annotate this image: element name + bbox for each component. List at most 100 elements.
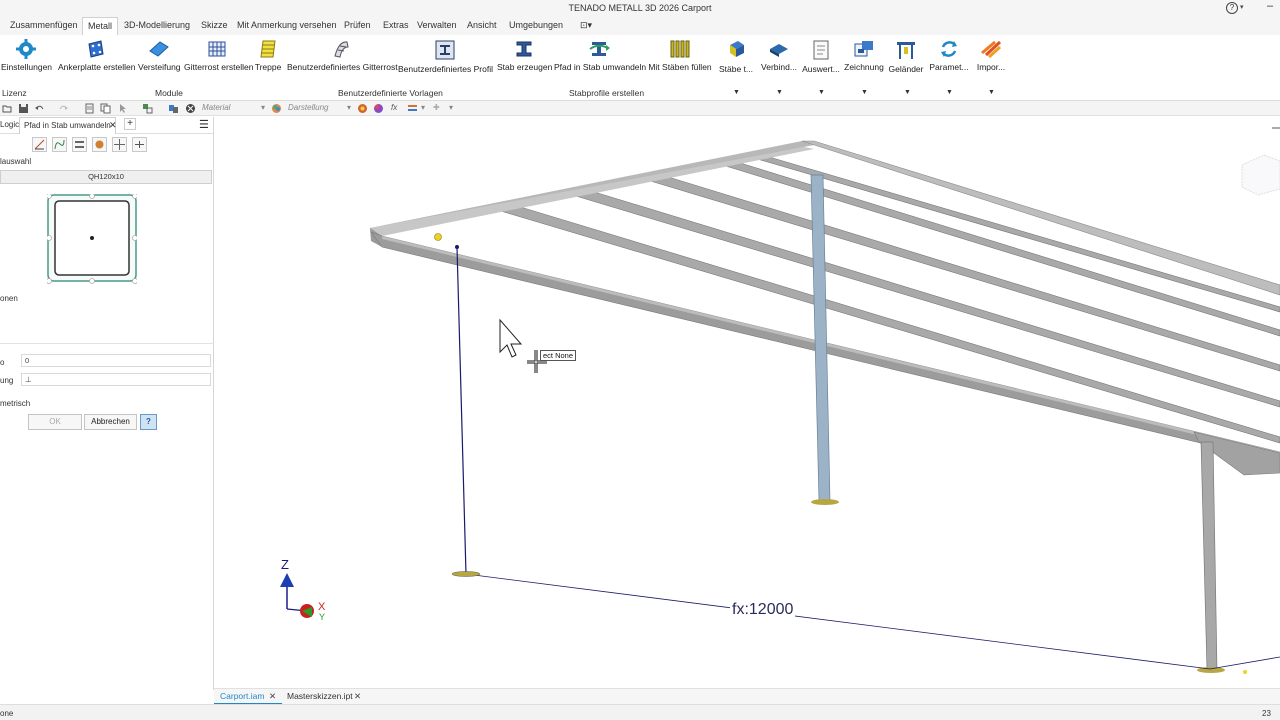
import-button[interactable]: Impor... — [973, 37, 1009, 77]
extend-tool-icon[interactable] — [132, 137, 147, 152]
help-button-icon[interactable]: ? — [140, 414, 157, 430]
tab-umgebungen[interactable]: Umgebungen — [509, 20, 563, 30]
sketch-end-base — [451, 571, 481, 577]
doc-tab-carport[interactable]: Carport.iam — [220, 691, 264, 701]
profile-preview[interactable] — [47, 194, 137, 284]
tab-overflow-icon[interactable]: ⊡▾ — [580, 20, 592, 31]
auswertung-button[interactable]: Auswert... — [802, 37, 840, 77]
align-tool-icon[interactable] — [72, 137, 87, 152]
verbindungen-button[interactable]: Verbind... — [760, 37, 798, 77]
doc-tab-masterskizzen[interactable]: Masterskizzen.ipt — [287, 691, 353, 701]
constraint-marker-icon[interactable] — [434, 233, 442, 241]
panel-stabprofile: Stabprofile erstellen — [569, 88, 645, 98]
offset-input[interactable]: 0 — [21, 354, 211, 367]
verbindungen-dropdown-icon[interactable]: ▼ — [776, 89, 783, 96]
document-icon[interactable] — [84, 103, 95, 114]
treppe-button[interactable]: Treppe — [254, 37, 282, 77]
ankerplatte-button[interactable]: Ankerplatte erstellen — [58, 37, 136, 77]
appearance-icon[interactable] — [271, 103, 282, 114]
fx-icon[interactable]: fx — [391, 103, 397, 112]
staebe-label: Stäbe t... — [719, 64, 754, 74]
parameter-dropdown-icon[interactable]: ▼ — [946, 89, 953, 96]
tab-extras[interactable]: Extras — [383, 20, 409, 30]
redo-icon[interactable] — [58, 103, 69, 114]
sketch-start-point[interactable] — [455, 245, 459, 249]
tab-anmerkung[interactable]: Mit Anmerkung versehen — [237, 20, 337, 30]
align-icon[interactable] — [407, 103, 418, 114]
view-cube-icon[interactable] — [1241, 154, 1280, 196]
tab-3d-modellierung[interactable]: 3D-Modellierung — [124, 20, 190, 30]
staebe-button[interactable]: Stäbe t... — [719, 37, 753, 77]
measure-icon[interactable] — [142, 103, 153, 114]
zeichnung-dropdown-icon[interactable]: ▼ — [861, 89, 868, 96]
stairs-icon — [260, 40, 276, 58]
stab-erzeugen-button[interactable]: Stab erzeugen — [497, 37, 552, 77]
color-icon[interactable] — [357, 103, 368, 114]
undo-icon[interactable] — [34, 103, 45, 114]
import-dropdown-icon[interactable]: ▼ — [988, 89, 995, 96]
component-icon[interactable] — [168, 103, 179, 114]
profile-selector[interactable]: QH120x10 — [0, 170, 212, 184]
tab-zusammenfuegen[interactable]: Zusammenfügen — [10, 20, 78, 30]
align-dropdown-icon[interactable]: ▾ — [421, 103, 425, 112]
tab-logic[interactable]: Logic — [0, 120, 19, 129]
tab-verwalten[interactable]: Verwalten — [417, 20, 457, 30]
grating-icon — [208, 41, 226, 57]
menu-icon[interactable]: ☰ — [199, 118, 209, 131]
material-dropdown-icon[interactable]: ▾ — [261, 103, 265, 112]
material-browser-icon[interactable] — [373, 103, 384, 114]
tab-metall[interactable]: Metall — [82, 17, 119, 35]
dimension-line[interactable] — [465, 573, 1211, 670]
help-icon[interactable]: ? — [1226, 2, 1238, 14]
panel-vorlagen: Benutzerdefinierte Vorlagen — [338, 88, 443, 98]
auswertung-dropdown-icon[interactable]: ▼ — [818, 89, 825, 96]
profile-tool-icon[interactable] — [92, 137, 107, 152]
tab-pruefen[interactable]: Prüfen — [344, 20, 371, 30]
close-masterskizzen-icon[interactable]: ✕ — [354, 691, 361, 702]
add-tab-icon[interactable]: + — [124, 118, 136, 130]
einstellungen-button[interactable]: Einstellungen — [1, 37, 52, 77]
material-combo[interactable]: Material — [202, 103, 230, 112]
tab-ansicht[interactable]: Ansicht — [467, 20, 497, 30]
custom-profile-icon — [435, 40, 455, 60]
close-tab-icon[interactable]: ✕ — [109, 120, 117, 131]
ribbon: Einstellungen Ankerplatte erstellen Vers… — [0, 35, 1280, 101]
tab-pfad-in-stab[interactable]: Pfad in Stab umwandeln — [19, 117, 116, 134]
dimension-label[interactable]: fx:12000 — [730, 601, 796, 619]
pfad-in-stab-button[interactable]: Pfad in Stab umwandeln — [554, 37, 646, 77]
path-tool-icon[interactable] — [52, 137, 67, 152]
benutzerdef-gitterrost-button[interactable]: Benutzerdefiniertes Gitterrost — [287, 37, 398, 77]
benutzerdef-profil-button[interactable]: Benutzerdefiniertes Profil — [398, 37, 493, 77]
customize-dropdown-icon[interactable]: ▾ — [449, 103, 453, 112]
gitterrost-button[interactable]: Gitterrost erstellen — [184, 37, 253, 77]
save-icon[interactable] — [18, 103, 29, 114]
sketch-path-line[interactable] — [456, 246, 467, 575]
staebe-dropdown-icon[interactable]: ▼ — [733, 89, 740, 96]
front-beam-top — [370, 147, 814, 236]
close-carport-icon[interactable]: ✕ — [269, 691, 276, 702]
zeichnung-button[interactable]: Zeichnung — [843, 37, 885, 77]
sketch-tool-icon[interactable] — [32, 137, 47, 152]
move-tool-icon[interactable] — [112, 137, 127, 152]
parameter-button[interactable]: Paramet... — [929, 37, 969, 77]
3d-viewport[interactable]: fx:12000 ect None Z X Y — [214, 117, 1280, 688]
gelaender-dropdown-icon[interactable]: ▼ — [904, 89, 911, 96]
versteifung-label: Versteifung — [138, 62, 181, 72]
mit-staeben-fuellen-button[interactable]: Mit Stäben füllen — [648, 37, 712, 77]
alignment-input[interactable]: ⊥ — [21, 373, 211, 386]
help-dropdown-icon[interactable]: ▾ — [1240, 3, 1244, 11]
copy-icon[interactable] — [100, 103, 111, 114]
versteifung-button[interactable]: Versteifung — [138, 37, 181, 77]
abbrechen-button[interactable]: Abbrechen — [84, 414, 137, 430]
gelaender-button[interactable]: Geländer — [888, 37, 924, 77]
darstellung-combo[interactable]: Darstellung — [288, 103, 328, 112]
ok-button[interactable]: OK — [28, 414, 82, 430]
add-icon[interactable]: ✚ — [433, 103, 440, 112]
cancel-icon[interactable] — [185, 103, 196, 114]
select-icon[interactable] — [118, 103, 129, 114]
dimension-line-end — [1209, 656, 1280, 670]
minimize-icon[interactable]: – — [1267, 0, 1273, 12]
tab-skizze[interactable]: Skizze — [201, 20, 228, 30]
darstellung-dropdown-icon[interactable]: ▾ — [347, 103, 351, 112]
open-icon[interactable] — [2, 103, 13, 114]
